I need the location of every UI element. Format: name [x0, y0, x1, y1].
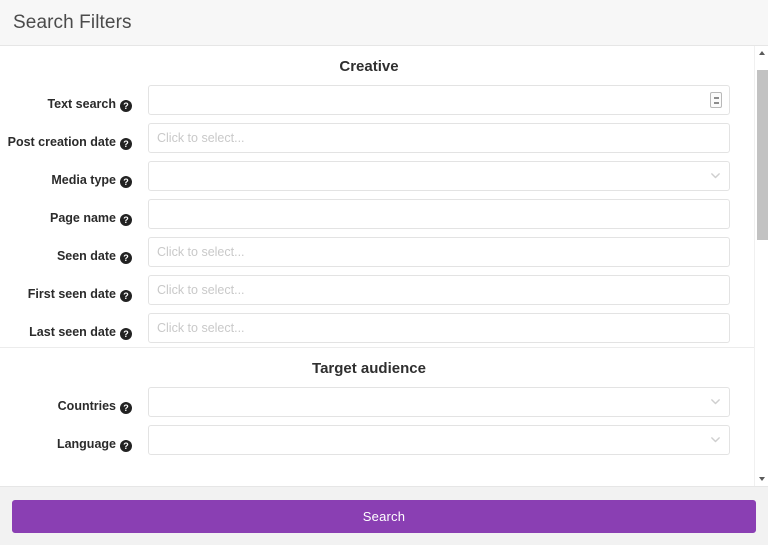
date-input-last-seen-date[interactable]: Click to select... [148, 313, 730, 343]
triangle-up-icon [759, 51, 765, 55]
form-row-post-creation-date: Post creation date? Click to select... [0, 119, 754, 157]
field-cell-text-search [140, 85, 730, 115]
label-text-text-search: Text search [47, 97, 116, 111]
help-icon-media-type[interactable]: ? [120, 176, 132, 188]
field-cell-seen-date: Click to select... [140, 237, 730, 267]
date-placeholder-post-creation-date: Click to select... [157, 131, 245, 145]
label-text-last-seen-date: Last seen date [29, 325, 116, 339]
label-text-first-seen-date: First seen date [27, 287, 116, 301]
section-title-creative: Creative [339, 58, 399, 75]
chevron-down-icon [710, 170, 721, 181]
textarea-resize-icon[interactable] [710, 92, 722, 108]
help-icon-page-name[interactable]: ? [120, 214, 132, 226]
help-icon-text-search[interactable]: ? [120, 100, 132, 112]
form-row-text-search: Text search? [0, 81, 754, 119]
label-countries: Countries? [0, 387, 140, 415]
filters-form: Creative Text search? Post creation date? C… [0, 46, 754, 463]
label-first-seen-date: First seen date? [0, 275, 140, 303]
chevron-down-icon [710, 434, 721, 445]
date-placeholder-last-seen-date: Click to select... [157, 321, 245, 335]
form-row-media-type: Media type? [0, 157, 754, 195]
scroll-down-button[interactable] [755, 472, 768, 486]
date-input-first-seen-date[interactable]: Click to select... [148, 275, 730, 305]
label-last-seen-date: Last seen date? [0, 313, 140, 341]
help-icon-last-seen-date[interactable]: ? [120, 328, 132, 340]
select-media-type[interactable] [148, 161, 730, 191]
form-row-countries: Countries? [0, 383, 754, 421]
search-button[interactable]: Search [12, 499, 756, 533]
date-input-post-creation-date[interactable]: Click to select... [148, 123, 730, 153]
label-page-name: Page name? [0, 199, 140, 227]
date-placeholder-first-seen-date: Click to select... [157, 283, 245, 297]
help-icon-post-creation-date[interactable]: ? [120, 138, 132, 150]
select-language[interactable] [148, 425, 730, 455]
label-language: Language? [0, 425, 140, 453]
form-row-page-name: Page name? [0, 195, 754, 233]
form-row-language: Language? [0, 421, 754, 459]
page-title: Search Filters [13, 12, 132, 33]
field-cell-media-type [140, 161, 730, 191]
field-cell-post-creation-date: Click to select... [140, 123, 730, 153]
scrollbar-thumb[interactable] [757, 70, 768, 240]
select-countries[interactable] [148, 387, 730, 417]
field-cell-last-seen-date: Click to select... [140, 313, 730, 343]
field-cell-first-seen-date: Click to select... [140, 275, 730, 305]
date-placeholder-seen-date: Click to select... [157, 245, 245, 259]
label-post-creation-date: Post creation date? [0, 123, 140, 151]
text-input-text-search[interactable] [148, 85, 730, 115]
section-title-target-audience: Target audience [312, 360, 426, 377]
field-cell-countries [140, 387, 730, 417]
search-filters-panel: Search Filters Creative Text search? Post … [0, 0, 768, 545]
panel-header: Search Filters [0, 0, 768, 46]
field-cell-language [140, 425, 730, 455]
form-row-seen-date: Seen date? Click to select... [0, 233, 754, 271]
date-input-seen-date[interactable]: Click to select... [148, 237, 730, 267]
chevron-down-icon [710, 396, 721, 407]
form-row-first-seen-date: First seen date? Click to select... [0, 271, 754, 309]
label-text-media-type: Media type [51, 173, 116, 187]
section-target-audience: Target audience Countries? Language? [0, 347, 754, 459]
vertical-scrollbar[interactable] [754, 46, 768, 486]
help-icon-seen-date[interactable]: ? [120, 252, 132, 264]
field-cell-page-name [140, 199, 730, 229]
text-input-page-name[interactable] [148, 199, 730, 229]
filters-body: Creative Text search? Post creation date? C… [0, 46, 768, 486]
scroll-up-button[interactable] [755, 46, 768, 60]
label-text-language: Language [56, 437, 116, 451]
label-seen-date: Seen date? [0, 237, 140, 265]
triangle-down-icon [759, 477, 765, 481]
help-icon-countries[interactable]: ? [120, 402, 132, 414]
form-row-last-seen-date: Last seen date? Click to select... [0, 309, 754, 347]
filters-scroll-area: Creative Text search? Post creation date? C… [0, 46, 754, 486]
help-icon-language[interactable]: ? [120, 440, 132, 452]
label-media-type: Media type? [0, 161, 140, 189]
label-text-countries: Countries [57, 399, 116, 413]
scrollbar-track[interactable] [755, 60, 768, 472]
label-text-post-creation-date: Post creation date [7, 135, 116, 149]
label-text-page-name: Page name [49, 211, 116, 225]
label-text-search: Text search? [0, 85, 140, 113]
panel-footer: Search [0, 486, 768, 545]
help-icon-first-seen-date[interactable]: ? [120, 290, 132, 302]
section-creative: Creative Text search? Post creation date? C… [0, 46, 754, 347]
label-text-seen-date: Seen date [56, 249, 116, 263]
